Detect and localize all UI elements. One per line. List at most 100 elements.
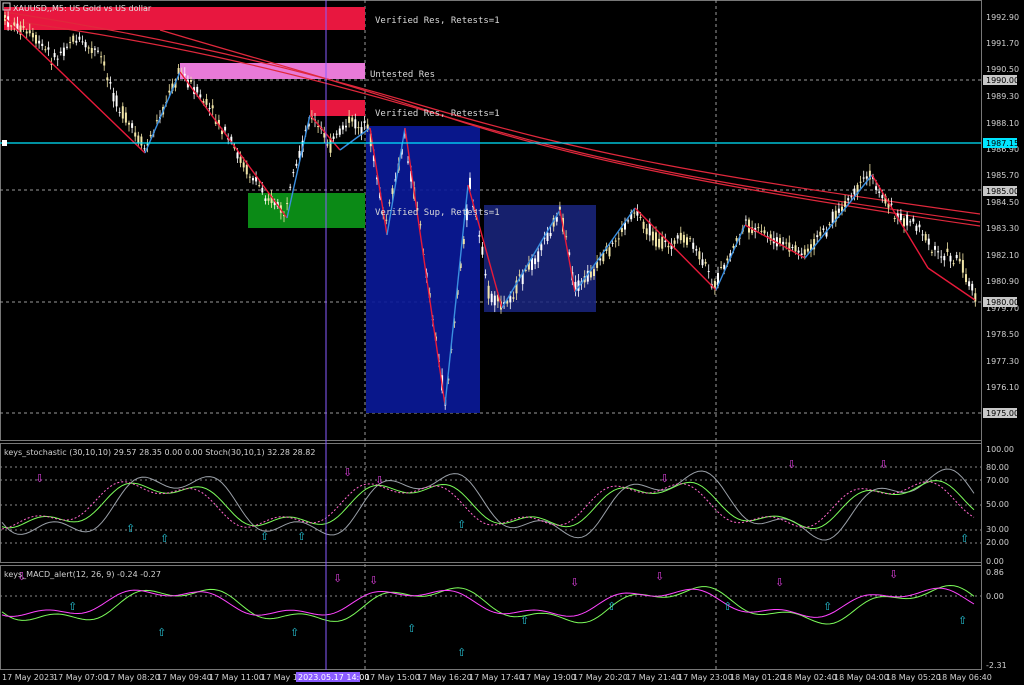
zone-label-verified-sup: Verified Sup, Retests=1 [375,208,500,218]
time-cursor-label: 2023.05.17 14:00 [296,672,369,682]
candle-body [87,47,90,49]
candle-body [100,56,103,58]
candle-body [75,40,78,43]
candle-body [366,124,369,129]
candle-body [934,246,936,250]
stoch-down-arrow: ⇩ [879,458,888,471]
time-tick: 17 May 2023 [2,673,54,682]
candle-body [943,256,946,261]
candle-body [47,47,50,50]
macd-up-arrow: ⇧ [520,614,529,627]
candle-body [140,136,143,146]
stoch-tick: 20.00 [986,538,1009,547]
candle-body [661,236,664,249]
candle-body [323,132,326,138]
time-tick: 17 May 1 [261,673,298,682]
candle-body [797,250,800,253]
candle-body [924,234,927,241]
candle-body [118,112,121,114]
candle-body [25,31,28,34]
svg-text:1990.00: 1990.00 [986,76,1019,85]
verified-res-zone [310,100,365,116]
candle-body [633,212,636,214]
candle-body [149,134,152,137]
time-tick: 17 May 20:20 [573,673,628,682]
zone-label-verified-res-1: Verified Res, Retests=1 [375,16,500,26]
time-tick: 17 May 11:00 [209,673,264,682]
candle-body [93,48,96,50]
svg-text:1985.00: 1985.00 [986,187,1019,196]
candle-body [686,237,688,245]
candle-body [676,235,679,239]
candle-body [183,73,186,76]
candle-body [800,253,803,256]
candle-body [252,178,254,181]
candle-body [937,251,940,253]
candle-body [785,242,788,244]
candle-body [906,214,909,226]
price-scale[interactable]: 1992.90 1991.70 1990.50 1989.30 1988.10 … [986,13,1019,392]
candle-body [351,117,354,122]
candle-body [90,48,93,53]
candle-body [760,230,763,232]
candle-body [912,218,915,222]
candle-body [949,255,952,262]
price-tick: 1976.10 [986,383,1019,392]
candle-body [134,132,137,137]
candle-body [952,263,955,265]
candle-body [363,121,366,123]
candle-body [620,227,623,233]
candle-body [112,92,115,102]
price-tick: 1991.70 [986,39,1019,48]
candle-body [918,224,921,228]
candle-body [211,105,214,109]
candle-body [242,162,245,168]
terminal-chart-window: ⇧ ⇧ ⇧ ⇧ ⇧ ⇧ ⇩ ⇩ ⇩ ⇩ ⇩ ⇩ ⇧ ⇧ ⇧ ⇧ ⇧ ⇧ ⇧ ⇧ ⇧ ⇧ ⇩ ⇩ ⇩ ⇩ ⇩ ⇩ ⇩ XAUUSD,,M5… [0,0,1024,685]
price-tick: 1984.50 [986,198,1019,207]
candle-body [847,198,850,201]
macd-tick: 0.86 [986,568,1004,577]
candle-body [589,271,592,278]
time-tick: 18 May 01:20 [730,673,785,682]
candle-body [881,195,884,199]
candle-body [726,258,729,261]
candle-body [673,240,676,244]
chart-canvas[interactable]: ⇧⇧ ⇧ ⇧⇧⇧⇩ ⇩⇩ ⇩⇩ ⇩⇧⇧ ⇧ ⇧⇧⇧⇧ ⇧ ⇧⇧⇩ ⇩ ⇩ ⇩ ⇩ ⇩⇩ XAUUSD,,M5… [0,0,1024,685]
candle-body [199,94,202,98]
candle-body [707,271,710,273]
macd-up-arrow: ⇧ [407,622,416,635]
candle-body [109,82,112,84]
candle-body [509,296,512,303]
candle-body [859,181,862,183]
stoch-down-arrow: ⇩ [787,458,796,471]
candle-body [639,216,642,218]
candle-body [720,266,723,268]
stoch-tick: 0.00 [986,557,1004,566]
candle-body [38,40,41,44]
candle-body [593,269,595,277]
time-axis[interactable]: 17 May 2023 17 May 07:00 17 May 08:20 17… [2,673,992,682]
time-tick: 18 May 06:40 [937,673,992,682]
macd-indicator-label: keys_MACD_alert(12, 26, 9) -0.24 -0.27 [4,570,161,579]
candle-body [655,232,657,247]
candle-body [59,51,62,54]
candle-body [388,202,391,204]
candle-body [155,120,158,122]
candle-body [961,260,964,273]
macd-down-arrow: ⇩ [775,576,784,589]
macd-down-arrow: ⇩ [333,572,342,585]
candle-body [890,203,893,205]
candle-body [816,235,819,238]
candle-body [22,26,25,28]
candle-body [28,30,31,34]
candle-body [903,218,905,227]
candle-body [971,283,974,291]
price-label-1980: 1980.00 [983,297,1019,307]
price-tick: 1977.30 [986,357,1019,366]
candle-body [103,61,106,66]
candle-body [819,231,822,236]
candle-body [627,220,630,222]
candle-body [391,188,394,195]
time-tick: 17 May 19:00 [521,673,576,682]
candle-body [537,251,540,262]
